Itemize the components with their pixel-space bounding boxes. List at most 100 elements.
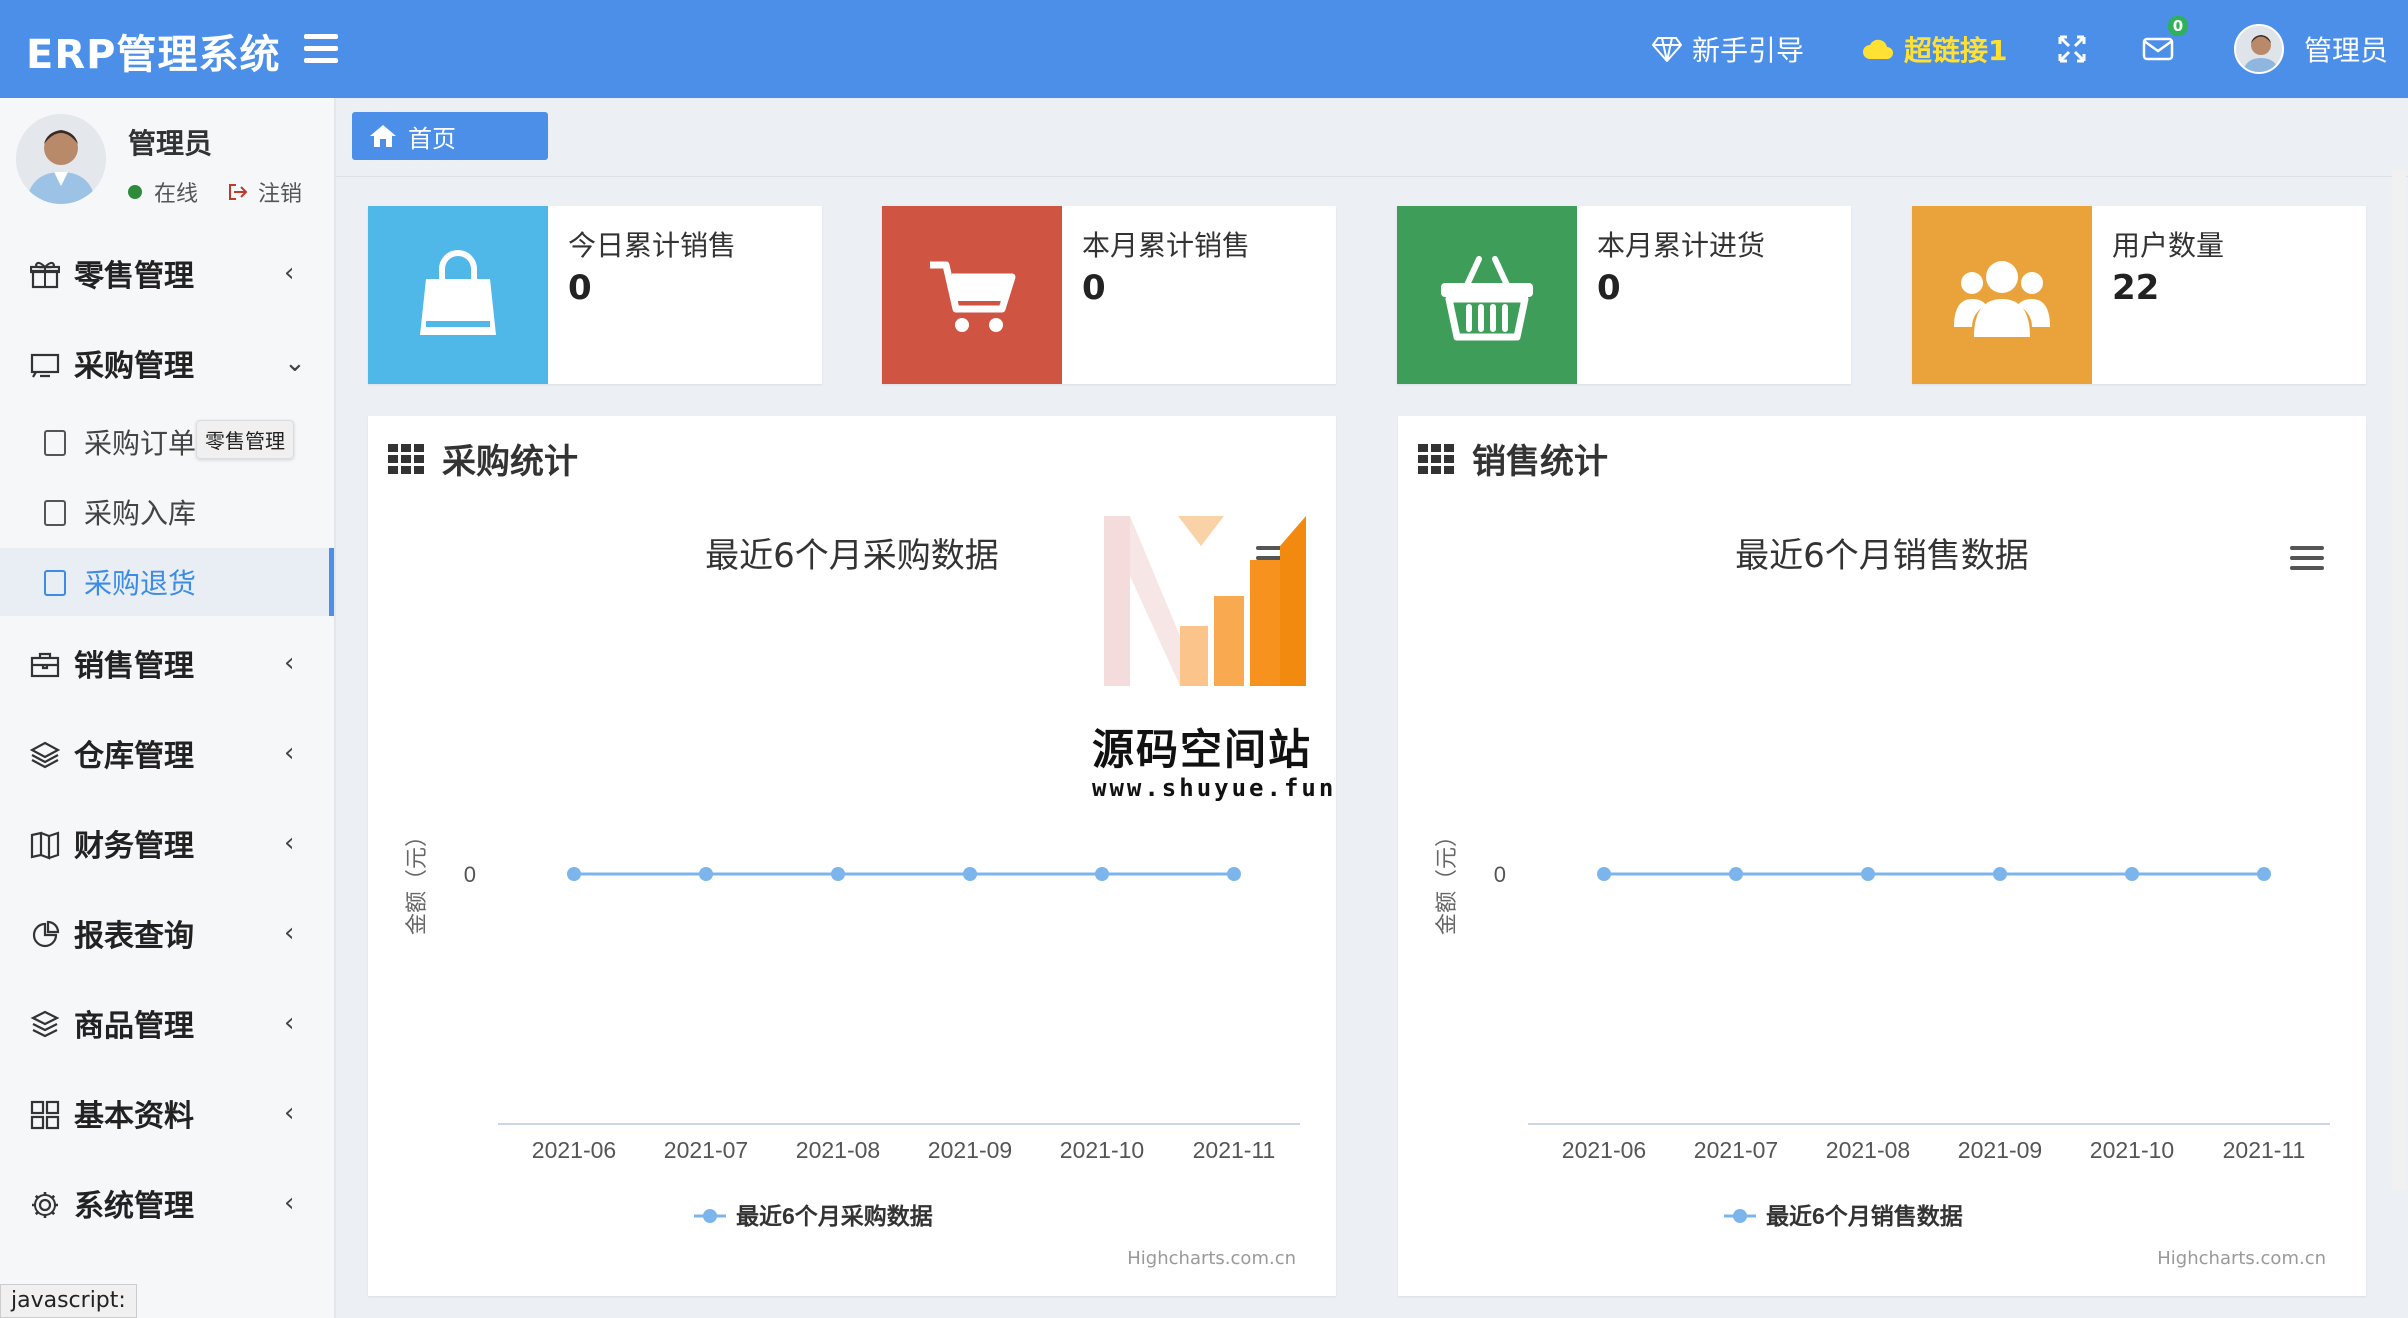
y-axis-label: 金额（元） (404, 825, 429, 935)
stack-icon (30, 1010, 60, 1038)
chart-credits[interactable]: Highcharts.com.cn (1127, 1248, 1296, 1269)
data-point (1227, 867, 1241, 881)
sidebar-subitem-purchase-inbound[interactable]: 采购入库 (0, 478, 334, 546)
info-icon-bg (1397, 206, 1577, 384)
sidebar-item-label: 基本资料 (74, 1099, 194, 1134)
user-panel: 管理员 在线 注销 (0, 98, 336, 216)
info-box-month-purchase: 本月累计进货 0 (1397, 206, 1851, 384)
hyperlink-1[interactable]: 超链接1 (1862, 0, 2007, 98)
sales-chart: 金额（元） 0 2021-06 2021-07 2021-08 2021-09 2021-1… (1434, 825, 2330, 1229)
legend-label: 最近6个月销售数据 (1766, 1203, 1963, 1229)
y-tick-label: 0 (1494, 862, 1506, 887)
user-menu[interactable]: 管理员 (2234, 0, 2388, 98)
sidebar-item-label: 销售管理 (74, 649, 194, 684)
sidebar-item-reports[interactable]: 报表查询 ‹ (0, 888, 334, 978)
info-value: 22 (2112, 268, 2160, 308)
home-tab[interactable]: 首页 (352, 112, 548, 160)
sidebar-toggle-button[interactable] (304, 34, 338, 64)
sales-stats-panel: 销售统计 最近6个月销售数据 金额（元） 0 2021-06 2021-07 2021-… (1398, 416, 2366, 1296)
shopping-bag-icon (420, 250, 496, 335)
data-point (1861, 867, 1875, 881)
page-scrollbar[interactable] (2392, 170, 2406, 1190)
grid-icon (30, 1100, 60, 1130)
y-tick-label: 0 (464, 862, 476, 887)
sidebar-item-label: 零售管理 (74, 259, 194, 294)
x-tick-label: 2021-11 (1193, 1137, 1276, 1163)
gift-icon (30, 261, 60, 289)
x-tick-label: 2021-08 (796, 1137, 880, 1163)
browser-status-bar: javascript: (0, 1284, 137, 1318)
pie-icon (32, 920, 60, 948)
chevron-left-icon: ‹ (284, 1008, 295, 1038)
info-box-month-sales: 本月累计销售 0 (882, 206, 1336, 384)
watermark-url: www.shuyue.fun (1092, 774, 1337, 802)
chevron-left-icon: ‹ (284, 258, 295, 288)
layers-icon (30, 741, 60, 769)
info-label: 本月累计销售 (1082, 229, 1251, 262)
sidebar-item-retail[interactable]: 零售管理 ‹ (0, 228, 334, 318)
x-tick-label: 2021-11 (2223, 1137, 2306, 1163)
home-icon (370, 125, 396, 147)
sidebar-item-warehouse[interactable]: 仓库管理 ‹ (0, 708, 334, 798)
data-point (1729, 867, 1743, 881)
header-user-name: 管理员 (2304, 34, 2389, 67)
chevron-down-icon: ⌄ (284, 348, 306, 378)
x-tick-label: 2021-10 (1060, 1137, 1144, 1163)
logout-link[interactable]: 注销 (228, 176, 302, 208)
legend-label: 最近6个月采购数据 (736, 1203, 933, 1229)
sidebar-item-sales[interactable]: 销售管理 ‹ (0, 618, 334, 708)
home-tab-label: 首页 (408, 124, 456, 153)
chart-credits[interactable]: Highcharts.com.cn (2157, 1248, 2326, 1269)
data-point (1993, 867, 2007, 881)
chevron-left-icon: ‹ (284, 648, 295, 678)
menu-tooltip: 零售管理 (196, 420, 294, 459)
chevron-left-icon: ‹ (284, 828, 295, 858)
mail-button[interactable]: 0 (2142, 0, 2188, 98)
sidebar-item-system[interactable]: 系统管理 ‹ (0, 1158, 334, 1248)
chevron-left-icon: ‹ (284, 1188, 295, 1218)
cloud-icon (1863, 39, 1893, 59)
sidebar-item-products[interactable]: 商品管理 ‹ (0, 978, 334, 1068)
top-header: ERP管理系统 新手引导 超链接1 0 管理员 (0, 0, 2408, 98)
watermark-text: 源码空间站 (1092, 725, 1313, 774)
info-box-today-sales: 今日累计销售 0 (368, 206, 822, 384)
sign-out-icon (229, 184, 248, 200)
x-tick-label: 2021-06 (1562, 1137, 1646, 1163)
sidebar-subitem-purchase-return[interactable]: 采购退货 (0, 548, 334, 616)
gear-icon (32, 1192, 58, 1218)
sidebar-item-finance[interactable]: 财务管理 ‹ (0, 798, 334, 888)
data-point (963, 867, 977, 881)
envelope-icon (2142, 37, 2174, 61)
data-point (1095, 867, 1109, 881)
x-tick-label: 2021-07 (664, 1137, 748, 1163)
data-point (2125, 867, 2139, 881)
cart-icon (930, 261, 1016, 332)
user-avatar (16, 114, 106, 204)
x-tick-label: 2021-06 (532, 1137, 616, 1163)
info-value: 0 (1082, 268, 1106, 308)
info-label: 本月累计进货 (1597, 229, 1766, 262)
book-icon (44, 500, 66, 526)
sidebar-subitem-label: 采购入库 (84, 497, 197, 530)
mail-count-badge: 0 (2168, 16, 2188, 36)
guide-link[interactable]: 新手引导 (1652, 0, 1804, 98)
sidebar: 管理员 在线 注销 零售管理 ‹ 采购管理 ⌄ 采购订单 采购入库 采购退货 销… (0, 98, 336, 1318)
chevron-left-icon: ‹ (284, 918, 295, 948)
sidebar-item-purchase[interactable]: 采购管理 ⌄ (0, 318, 334, 408)
expand-icon (2058, 35, 2086, 63)
info-icon-bg (368, 206, 548, 384)
app-logo[interactable]: ERP管理系统 (26, 22, 280, 80)
legend-marker (703, 1209, 717, 1223)
sidebar-item-label: 仓库管理 (74, 739, 194, 774)
data-point (831, 867, 845, 881)
online-dot-icon (128, 185, 142, 199)
info-icon-bg (1912, 206, 2092, 384)
book-open-icon (30, 831, 60, 860)
data-point (699, 867, 713, 881)
hyperlink-label: 超链接1 (1904, 34, 2008, 67)
fullscreen-button[interactable] (2058, 0, 2096, 98)
info-icon-bg (882, 206, 1062, 384)
info-box-user-count: 用户数量 22 (1912, 206, 2366, 384)
sidebar-item-label: 商品管理 (74, 1009, 194, 1044)
sidebar-item-basic-data[interactable]: 基本资料 ‹ (0, 1068, 334, 1158)
